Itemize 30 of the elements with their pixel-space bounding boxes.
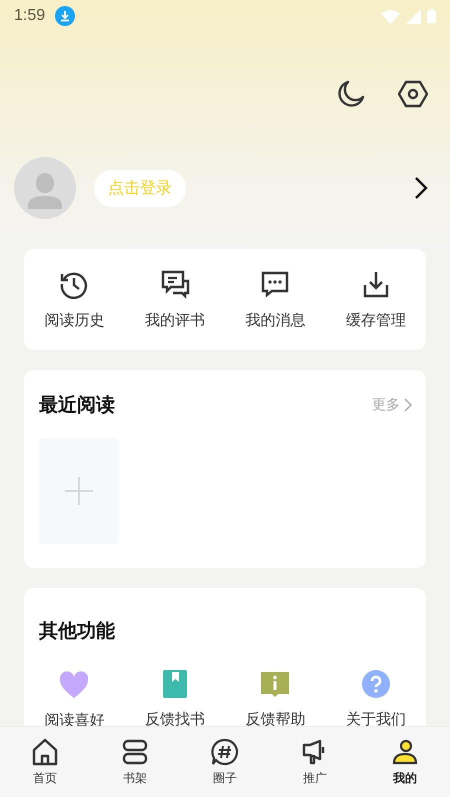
shelf-icon [121, 738, 149, 766]
shortcut-label[interactable]: 我的消息 [245, 311, 306, 330]
feature-label[interactable]: 反馈找书 [144, 710, 205, 729]
feature-label[interactable]: 反馈帮助 [245, 710, 306, 729]
signal-icon [406, 8, 421, 24]
tab[interactable]: 书架 [90, 727, 180, 797]
person-icon [391, 738, 419, 766]
moon-icon[interactable] [336, 79, 366, 109]
tab[interactable]: 推广 [270, 727, 360, 797]
hashtag-bubble-icon [211, 738, 239, 766]
download-icon [55, 6, 76, 26]
shortcut-label[interactable]: 阅读历史 [44, 311, 104, 330]
section-title: 最近阅读 [39, 393, 115, 418]
plus-icon [65, 477, 93, 505]
chevron-right-icon[interactable] [414, 176, 428, 200]
message-icon[interactable] [260, 269, 290, 299]
add-book-tile[interactable] [39, 438, 119, 544]
status-time: 1:59 [14, 7, 46, 25]
shortcut-label[interactable]: 缓存管理 [346, 311, 406, 330]
tab[interactable]: 首页 [0, 727, 90, 797]
battery-icon [427, 8, 436, 24]
wifi-icon [381, 8, 400, 24]
settings-icon[interactable] [398, 79, 428, 109]
home-icon [31, 738, 59, 766]
tab[interactable]: 圈子 [180, 727, 270, 797]
section-title: 其他功能 [38, 619, 116, 644]
chat-bubbles-icon[interactable] [160, 269, 190, 299]
feature-label[interactable]: 关于我们 [346, 710, 406, 729]
shortcut-label[interactable]: 我的评书 [144, 311, 205, 330]
tab[interactable]: 我的 [360, 727, 450, 797]
